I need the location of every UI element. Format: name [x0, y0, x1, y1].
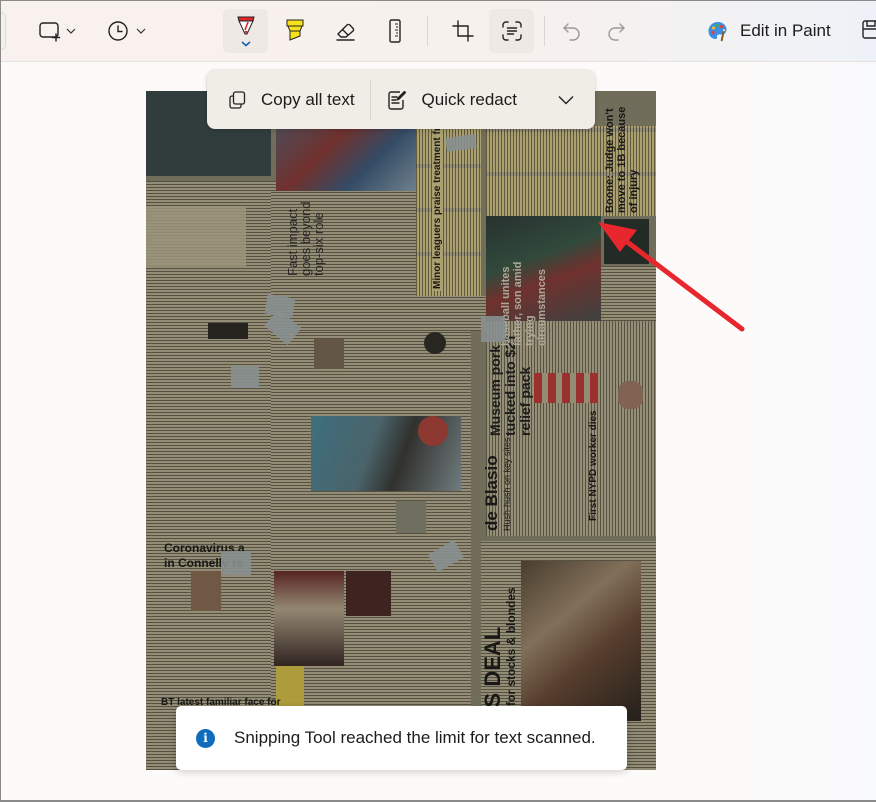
headline: baseball unites father, son amid trying … [500, 261, 548, 346]
toolbar-separator [427, 16, 428, 46]
ruler-button[interactable] [372, 9, 417, 53]
clipping [416, 296, 486, 331]
clipping-badge [418, 416, 448, 446]
clipping-price-tags [534, 373, 599, 403]
clipping-photo [274, 571, 344, 666]
copy-all-text-label: Copy all text [261, 89, 355, 109]
ruler-icon [388, 19, 401, 43]
toolbar-separator [544, 16, 545, 46]
chevron-down-icon [558, 95, 574, 104]
ballpoint-pen-button[interactable] [223, 9, 268, 53]
clipping-badge [424, 332, 446, 354]
eraser-button[interactable] [322, 9, 367, 53]
edit-in-paint-button[interactable]: Edit in Paint [700, 12, 837, 50]
eraser-icon [335, 23, 355, 41]
highlighter-icon [286, 19, 303, 41]
redo-button[interactable] [596, 9, 636, 53]
clipping-photo [618, 381, 643, 409]
rectangle-snip-icon [39, 22, 76, 42]
text-actions-icon [501, 21, 522, 41]
pen-icon [236, 16, 255, 47]
text-actions-bar: Copy all text Quick redact [207, 70, 595, 129]
text-actions-button[interactable] [489, 9, 534, 53]
undo-button[interactable] [552, 9, 592, 53]
text-scan-limit-toast: i Snipping Tool reached the limit for te… [176, 706, 627, 770]
snip-mode-button[interactable] [30, 9, 80, 53]
save-button[interactable] [858, 18, 876, 47]
crop-button[interactable] [440, 9, 485, 53]
clipping-photo [396, 501, 426, 533]
tape [221, 551, 251, 575]
headline: de Blasio [482, 455, 501, 531]
headline: Hush-hush on key sites [502, 437, 512, 531]
headline: First NYPD worker dies [588, 410, 599, 521]
copy-all-text-button[interactable]: Copy all text [215, 80, 367, 120]
paint-palette-icon [708, 22, 727, 42]
clipping-photo [191, 571, 221, 611]
quick-redact-options-button[interactable] [551, 85, 581, 115]
clipping-photo [346, 571, 391, 616]
highlighter-button[interactable] [272, 9, 317, 53]
headline: for stocks & blondes [504, 587, 518, 706]
tape [481, 316, 505, 342]
toolbar: Edit in Paint [0, 0, 876, 62]
edit-in-paint-label: Edit in Paint [740, 21, 831, 40]
redact-icon [387, 90, 406, 110]
clipping-photo [314, 339, 344, 369]
clipping-photo-bull [521, 561, 641, 721]
clipping [146, 206, 246, 266]
quick-redact-label: Quick redact [421, 89, 517, 109]
tape [231, 366, 259, 388]
clipping-photo [604, 219, 649, 264]
clipping-label [208, 323, 248, 339]
undo-icon [563, 23, 580, 41]
info-icon: i [196, 728, 215, 748]
headline: Fast impact goes beyond top-six role [285, 201, 326, 276]
snip-image-newspaper-collage[interactable]: Minor leaguers praise treatment from Yan… [146, 91, 656, 770]
clipping [601, 266, 656, 321]
crop-icon [451, 20, 474, 42]
toolbar-overflow-edge [0, 12, 6, 50]
snip-delay-button[interactable] [100, 9, 150, 53]
toast-message: Snipping Tool reached the limit for text… [234, 728, 596, 747]
copy-icon [229, 90, 246, 109]
redo-icon [608, 23, 625, 41]
clock-icon [108, 21, 146, 41]
headline: Boone: Judge won't move to 1B because of… [604, 106, 640, 213]
save-icon [862, 20, 876, 39]
text-actions-separator [369, 79, 371, 120]
quick-redact-button[interactable]: Quick redact [374, 80, 529, 120]
